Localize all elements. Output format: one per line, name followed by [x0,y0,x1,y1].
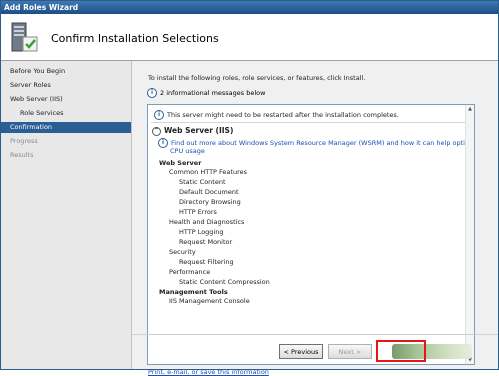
detail-item: Management Tools [159,288,228,296]
sidebar-item-web-server-iis[interactable]: Web Server (IIS) [1,94,131,105]
messages-summary: i2 informational messages below [147,88,265,98]
button-bar-divider [132,334,498,335]
previous-button[interactable]: < Previous [279,344,323,359]
detail-item: Static Content Compression [179,278,270,286]
detail-item: Web Server [159,159,202,167]
sidebar-item-progress: Progress [10,137,38,145]
messages-count-text: 2 informational messages below [160,89,266,97]
info-icon: i [154,110,164,120]
print-email-save-link[interactable]: Print, e-mail, or save this information [148,368,269,376]
page-title: Confirm Installation Selections [51,32,219,45]
install-button-highlight[interactable] [376,340,426,362]
sidebar-item-confirmation[interactable]: Confirmation [1,122,131,133]
next-button: Next > [328,344,372,359]
detail-item: Default Document [179,188,239,196]
wizard-content: To install the following roles, role ser… [132,61,498,376]
detail-item: Static Content [179,178,226,186]
section-header[interactable]: ⌃ Web Server (IIS) [152,126,233,136]
wizard-steps-sidebar: Before You Begin Server Roles Web Server… [1,61,132,369]
title-bar[interactable]: Add Roles Wizard [1,1,498,14]
detail-item: Health and Diagnostics [169,218,245,226]
wsrm-link-continued[interactable]: CPU usage [170,147,205,155]
wizard-header: Confirm Installation Selections [1,14,498,61]
info-icon: i [158,138,168,148]
detail-item: Performance [169,268,211,276]
intro-text: To install the following roles, role ser… [148,74,366,82]
vertical-scrollbar[interactable]: ▲ ▼ [465,105,474,364]
detail-item: HTTP Logging [179,228,224,236]
server-roles-icon [7,19,41,57]
scroll-up-arrow-icon[interactable]: ▲ [466,105,474,113]
detail-item: HTTP Errors [179,208,217,216]
detail-item: Directory Browsing [179,198,241,206]
wsrm-link[interactable]: Find out more about Windows System Resou… [171,139,474,147]
sidebar-item-results: Results [10,151,34,159]
detail-item: Request Monitor [179,238,233,246]
detail-item: Security [169,248,196,256]
restart-notice: i This server might need to be restarted … [154,110,399,120]
collapse-toggle-icon[interactable]: ⌃ [152,126,161,136]
window-title: Add Roles Wizard [4,3,79,12]
restart-notice-text: This server might need to be restarted a… [167,111,399,119]
sidebar-item-role-services[interactable]: Role Services [1,108,131,119]
info-icon: i [147,88,157,98]
section-title: Web Server (IIS) [164,126,234,135]
wsrm-note: i Find out more about Windows System Reso… [158,138,474,148]
confirmation-details-box[interactable]: i This server might need to be restarted … [147,104,475,365]
sidebar-item-server-roles[interactable]: Server Roles [1,80,131,91]
divider [151,122,473,123]
detail-item: Common HTTP Features [169,168,247,176]
add-roles-wizard-window: Add Roles Wizard Confirm Installation Se… [0,0,499,376]
detail-item: Request Filtering [179,258,234,266]
detail-item: IIS Management Console [169,297,250,305]
sidebar-item-before-you-begin[interactable]: Before You Begin [1,66,131,77]
